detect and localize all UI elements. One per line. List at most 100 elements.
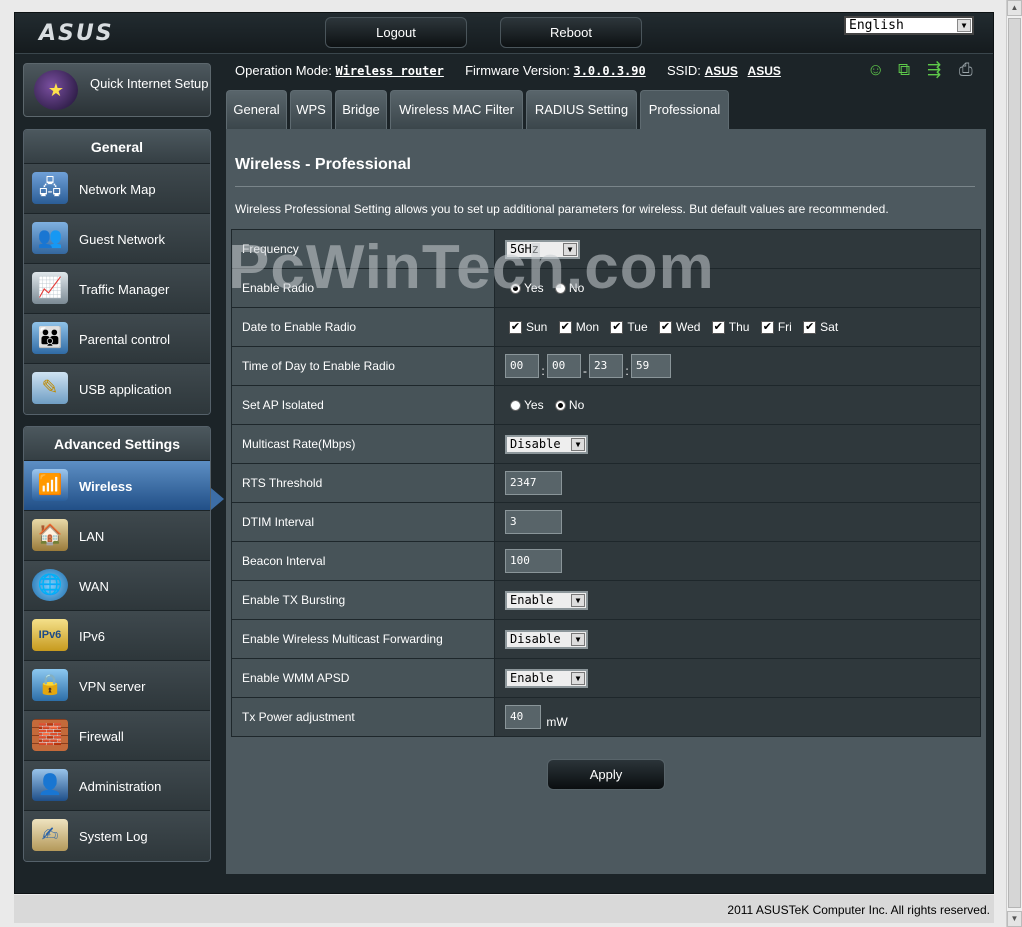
sidebar-item-usb-application[interactable]: ✎ USB application	[24, 364, 210, 414]
end-hour-input[interactable]: 23	[589, 354, 623, 378]
scroll-down-icon[interactable]: ▼	[1007, 911, 1022, 927]
checkbox-wed[interactable]: ✔	[658, 321, 672, 335]
sidebar-item-label: Network Map	[79, 182, 156, 197]
option-label: No	[568, 398, 585, 413]
multicast-rate-label: Multicast Rate(Mbps)	[231, 424, 495, 464]
ap-isolated-no-radio[interactable]	[554, 399, 566, 411]
ap-isolated-label: Set AP Isolated	[231, 385, 495, 425]
sidebar-item-network-map[interactable]: 🖧 Network Map	[24, 164, 210, 214]
table-row: Tx Power adjustment 40 mW	[231, 697, 981, 737]
tab-general[interactable]: General	[226, 90, 287, 129]
tx-power-label: Tx Power adjustment	[231, 697, 495, 737]
checkbox-sat[interactable]: ✔	[803, 321, 817, 335]
sidebar-item-administration[interactable]: 👤 Administration	[24, 761, 210, 811]
chevron-down-icon: ▼	[563, 242, 577, 256]
quick-setup-label: Quick Internet Setup	[90, 76, 209, 91]
tx-bursting-label: Enable TX Bursting	[231, 580, 495, 620]
sidebar-item-parental-control[interactable]: 👪 Parental control	[24, 314, 210, 364]
sidebar-item-wireless[interactable]: 📶 Wireless	[24, 461, 210, 511]
day-label: Sun	[526, 319, 548, 334]
usb-status-icon[interactable]: ⇶	[927, 60, 941, 80]
general-nav-group: General 🖧 Network Map 👥 Guest Network 📈 …	[23, 129, 211, 415]
frequency-select[interactable]: 5GHz ▼	[505, 239, 580, 259]
tab-radius-setting[interactable]: RADIUS Setting	[526, 90, 637, 129]
usb-application-icon: ✎	[32, 372, 68, 404]
content-panel: Wireless - Professional Wireless Profess…	[226, 129, 986, 874]
sidebar-item-system-log[interactable]: ✍ System Log	[24, 811, 210, 861]
vertical-scrollbar[interactable]: ▲ ▼	[1006, 0, 1022, 927]
tx-bursting-select[interactable]: Enable ▼	[505, 590, 588, 610]
chevron-down-icon: ▼	[571, 671, 585, 685]
frequency-value: 5GHz	[510, 241, 539, 256]
scroll-up-icon[interactable]: ▲	[1007, 0, 1022, 16]
language-value: English	[849, 18, 904, 33]
chevron-down-icon: ▼	[571, 593, 585, 607]
checkbox-mon[interactable]: ✔	[558, 321, 572, 335]
dtim-interval-label: DTIM Interval	[231, 502, 495, 542]
wizard-icon: ★	[34, 70, 78, 110]
system-log-icon: ✍	[32, 819, 68, 851]
operation-mode-link[interactable]: Wireless router	[335, 64, 443, 78]
enable-radio-label: Enable Radio	[231, 268, 495, 308]
multicast-forwarding-select[interactable]: Disable ▼	[505, 629, 588, 649]
end-minute-input[interactable]: 59	[631, 354, 671, 378]
beacon-interval-input[interactable]: 100	[505, 549, 562, 573]
sidebar-item-vpn-server[interactable]: 🔒 VPN server	[24, 661, 210, 711]
chevron-down-icon: ▼	[957, 19, 971, 32]
tx-power-input[interactable]: 40	[505, 705, 541, 729]
scrollbar-thumb[interactable]	[1008, 18, 1021, 908]
page-title: Wireless - Professional	[235, 156, 411, 173]
multicast-rate-value: Disable	[510, 436, 561, 451]
ssid-link-2[interactable]: ASUS	[748, 64, 781, 78]
rts-threshold-input[interactable]: 2347	[505, 471, 562, 495]
option-label: Yes	[524, 398, 544, 413]
tab-wps[interactable]: WPS	[290, 90, 332, 129]
enable-radio-no-radio[interactable]	[554, 282, 566, 294]
firmware-version-link[interactable]: 3.0.0.3.90	[573, 64, 645, 78]
day-label: Mon	[575, 319, 600, 334]
printer-status-icon[interactable]: ⎙	[959, 60, 973, 80]
time-enable-radio-label: Time of Day to Enable Radio	[231, 346, 495, 386]
multicast-forwarding-label: Enable Wireless Multicast Forwarding	[231, 619, 495, 659]
dtim-interval-input[interactable]: 3	[505, 510, 562, 534]
enable-radio-yes-radio[interactable]	[510, 282, 521, 294]
quick-internet-setup-button[interactable]: ★ Quick Internet Setup	[23, 63, 211, 117]
day-label: Sat	[820, 319, 839, 334]
clients-status-icon[interactable]: ☺	[867, 60, 884, 80]
sidebar-item-wan[interactable]: 🌐 WAN	[24, 561, 210, 611]
ap-isolated-yes-radio[interactable]	[510, 399, 521, 411]
table-row: Frequency 5GHz ▼	[231, 229, 981, 269]
vpn-icon: 🔒	[32, 669, 68, 701]
sidebar-item-guest-network[interactable]: 👥 Guest Network	[24, 214, 210, 264]
table-row: Beacon Interval 100	[231, 541, 981, 581]
status-info-bar: Operation Mode: Wireless router Firmware…	[235, 63, 781, 78]
wireless-icon: 📶	[32, 469, 68, 501]
tab-wireless-mac-filter[interactable]: Wireless MAC Filter	[390, 90, 523, 129]
sidebar-item-firewall[interactable]: 🧱 Firewall	[24, 711, 210, 761]
sidebar-item-traffic-manager[interactable]: 📈 Traffic Manager	[24, 264, 210, 314]
ssid-link-1[interactable]: ASUS	[705, 64, 738, 78]
sidebar-item-lan[interactable]: 🏠 LAN	[24, 511, 210, 561]
checkbox-thu[interactable]: ✔	[711, 321, 725, 335]
start-hour-input[interactable]: 00	[505, 354, 539, 378]
language-select[interactable]: English ▼	[844, 16, 974, 35]
network-status-icon[interactable]: ⧉	[898, 60, 910, 80]
lan-icon: 🏠	[32, 519, 68, 551]
title-divider	[235, 186, 975, 187]
table-row: DTIM Interval 3	[231, 502, 981, 542]
tab-bridge[interactable]: Bridge	[335, 90, 387, 129]
sidebar-item-ipv6[interactable]: IPv6 IPv6	[24, 611, 210, 661]
start-minute-input[interactable]: 00	[547, 354, 581, 378]
checkbox-sun[interactable]: ✔	[509, 321, 522, 335]
general-heading: General	[24, 130, 210, 164]
checkbox-fri[interactable]: ✔	[760, 321, 774, 335]
wmm-apsd-select[interactable]: Enable ▼	[505, 668, 588, 688]
apply-button[interactable]: Apply	[547, 759, 665, 790]
table-row: Date to Enable Radio ✔ Sun ✔ Mon ✔ Tue ✔ Wed…	[231, 307, 981, 347]
tab-professional[interactable]: Professional	[640, 90, 729, 129]
sidebar-item-label: Guest Network	[79, 232, 165, 247]
logout-button[interactable]: Logout	[325, 17, 467, 48]
reboot-button[interactable]: Reboot	[500, 17, 642, 48]
multicast-rate-select[interactable]: Disable ▼	[505, 434, 588, 454]
checkbox-tue[interactable]: ✔	[610, 321, 624, 335]
